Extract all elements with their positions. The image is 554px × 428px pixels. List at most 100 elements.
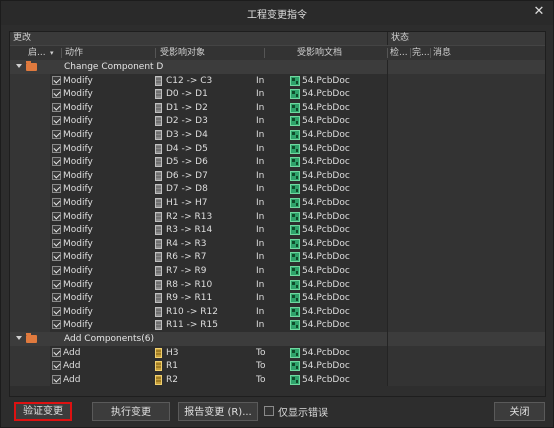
pcbdoc-icon	[290, 252, 300, 263]
pcbdoc-icon	[290, 320, 300, 331]
enable-checkbox[interactable]	[52, 170, 61, 180]
change-row[interactable]: Modify R3 -> R14 In 54.PcbDoc	[10, 223, 545, 237]
change-row[interactable]: Modify C12 -> C3 In 54.PcbDoc	[10, 73, 545, 88]
status-cell	[387, 291, 545, 305]
affected-object-cell: D1 -> D2	[166, 102, 208, 113]
enable-checkbox[interactable]	[52, 238, 61, 248]
in-cell: To	[256, 347, 266, 358]
affected-doc-cell: 54.PcbDoc	[302, 293, 350, 304]
change-row[interactable]: Modify R9 -> R11 In 54.PcbDoc	[10, 291, 545, 305]
enable-checkbox[interactable]	[52, 102, 61, 112]
in-cell: To	[256, 374, 266, 385]
collapse-triangle-icon[interactable]	[16, 336, 22, 340]
affected-object-cell: D4 -> D5	[166, 143, 208, 154]
status-cell	[387, 332, 545, 346]
change-row[interactable]: Add H3 To 54.PcbDoc	[10, 345, 545, 360]
col-action[interactable]: 动作	[65, 46, 83, 60]
group-label: Change Component D	[64, 62, 164, 72]
enable-checkbox[interactable]	[52, 374, 61, 384]
enable-checkbox[interactable]	[52, 143, 61, 153]
action-cell: Modify	[63, 238, 93, 249]
component-icon	[155, 116, 162, 127]
enable-checkbox[interactable]	[52, 157, 61, 167]
enable-checkbox[interactable]	[52, 225, 61, 235]
col-affected-object[interactable]: 受影响对象	[160, 46, 205, 60]
change-row[interactable]: Add R2 To 54.PcbDoc	[10, 372, 545, 387]
status-cell	[387, 250, 545, 264]
enable-checkbox[interactable]	[52, 198, 61, 207]
change-row[interactable]: Modify D2 -> D3 In 54.PcbDoc	[10, 114, 545, 128]
col-enable[interactable]: 启...	[28, 46, 52, 60]
change-row[interactable]: Modify R4 -> R3 In 54.PcbDoc	[10, 236, 545, 251]
group-row[interactable]: Add Components(6)	[10, 332, 545, 346]
action-cell: Add	[63, 374, 81, 385]
affected-object-cell: H3	[166, 347, 179, 358]
status-cell	[387, 155, 545, 169]
folder-icon	[26, 61, 37, 71]
affected-object-cell: R4 -> R3	[166, 238, 207, 249]
enable-checkbox[interactable]	[52, 361, 61, 371]
enable-checkbox[interactable]	[52, 293, 61, 303]
in-cell: In	[256, 184, 265, 195]
col-done[interactable]: 完...	[412, 46, 430, 60]
affected-doc-cell: 54.PcbDoc	[302, 347, 350, 358]
change-row[interactable]: Modify D7 -> D8 In 54.PcbDoc	[10, 182, 545, 196]
validate-changes-button[interactable]: 验证变更	[14, 402, 72, 421]
title-bar: 工程变更指令 ✕	[1, 1, 553, 25]
collapse-triangle-icon[interactable]	[16, 64, 22, 68]
change-row[interactable]: Modify D6 -> D7 In 54.PcbDoc	[10, 168, 545, 183]
change-row[interactable]: Modify D3 -> D4 In 54.PcbDoc	[10, 128, 545, 142]
enable-checkbox[interactable]	[52, 75, 61, 85]
close-button[interactable]: 关闭	[494, 402, 545, 421]
enable-checkbox[interactable]	[52, 252, 61, 262]
col-enable-dropdown-icon[interactable]: ▾	[50, 46, 58, 60]
change-row[interactable]: Modify R10 -> R12 In 54.PcbDoc	[10, 304, 545, 319]
change-row[interactable]: Modify D0 -> D1 In 54.PcbDoc	[10, 87, 545, 101]
enable-checkbox[interactable]	[52, 130, 61, 139]
in-cell: In	[256, 89, 265, 100]
change-row[interactable]: Modify R7 -> R9 In 54.PcbDoc	[10, 264, 545, 278]
affected-doc-cell: 54.PcbDoc	[302, 75, 350, 86]
enable-checkbox[interactable]	[52, 279, 61, 289]
change-row[interactable]: Add R1 To 54.PcbDoc	[10, 359, 545, 373]
change-row[interactable]: Modify R8 -> R10 In 54.PcbDoc	[10, 277, 545, 292]
change-row[interactable]: Modify D5 -> D6 In 54.PcbDoc	[10, 155, 545, 169]
change-row[interactable]: Modify H1 -> H7 In 54.PcbDoc	[10, 196, 545, 210]
enable-checkbox[interactable]	[52, 320, 61, 330]
component-icon	[155, 198, 162, 208]
col-affected-doc[interactable]: 受影响文档	[297, 46, 342, 60]
only-errors-checkbox[interactable]	[264, 406, 274, 416]
change-rows: Change Component D Modify C12 -> C3 In 54.Pc…	[10, 60, 545, 396]
change-row[interactable]: Modify D1 -> D2 In 54.PcbDoc	[10, 100, 545, 115]
component-icon	[155, 266, 162, 276]
enable-checkbox[interactable]	[52, 211, 61, 221]
report-changes-button[interactable]: 报告变更 (R)...	[178, 402, 258, 421]
enable-checkbox[interactable]	[52, 116, 61, 126]
affected-object-cell: D6 -> D7	[166, 170, 208, 181]
enable-checkbox[interactable]	[52, 266, 61, 275]
col-message[interactable]: 消息	[433, 46, 451, 60]
affected-doc-cell: 54.PcbDoc	[302, 361, 350, 372]
change-row[interactable]: Modify R2 -> R13 In 54.PcbDoc	[10, 209, 545, 224]
affected-doc-cell: 54.PcbDoc	[302, 89, 350, 100]
enable-checkbox[interactable]	[52, 347, 61, 357]
close-icon[interactable]: ✕	[531, 4, 547, 20]
enable-checkbox[interactable]	[52, 89, 61, 99]
change-row[interactable]: Modify R11 -> R15 In 54.PcbDoc	[10, 318, 545, 332]
in-cell: In	[256, 116, 265, 127]
col-check[interactable]: 检...	[390, 46, 408, 60]
status-cell	[387, 182, 545, 196]
change-row[interactable]: Modify R6 -> R7 In 54.PcbDoc	[10, 250, 545, 264]
column-header-row: 启... ▾ 动作 受影响对象 受影响文档 检... 完... 消息	[10, 45, 545, 61]
folder-icon	[26, 333, 37, 343]
execute-changes-button[interactable]: 执行变更	[92, 402, 170, 421]
status-cell	[387, 168, 545, 183]
add-component-icon	[155, 361, 162, 372]
in-cell: In	[256, 75, 265, 86]
in-cell: In	[256, 293, 265, 304]
change-row[interactable]: Modify D4 -> D5 In 54.PcbDoc	[10, 141, 545, 156]
enable-checkbox[interactable]	[52, 184, 61, 194]
enable-checkbox[interactable]	[52, 306, 61, 316]
component-icon	[155, 306, 162, 317]
group-row[interactable]: Change Component D	[10, 60, 545, 74]
